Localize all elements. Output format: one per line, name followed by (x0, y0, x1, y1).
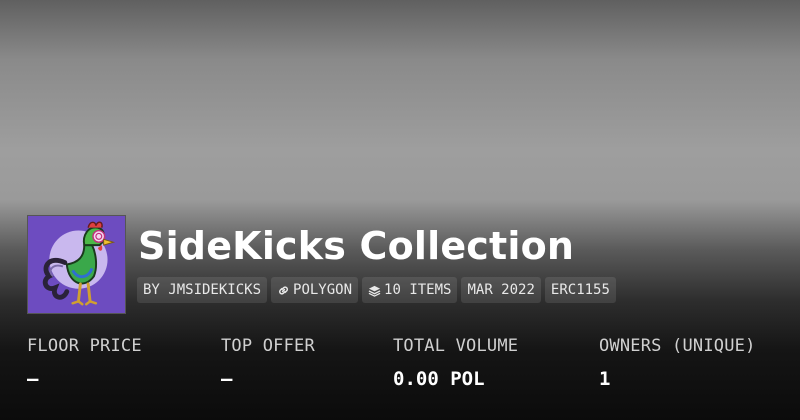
stat-value: — (27, 368, 39, 390)
date-label: MAR 2022 (467, 282, 535, 298)
creator-label: BY JMSIDEKICKS (143, 282, 262, 298)
stat-total-volume: TOTAL VOLUME 0.00 POL (393, 336, 518, 390)
items-label: 10 ITEMS (384, 282, 452, 298)
stat-top-offer: TOP OFFER — (221, 336, 315, 390)
chain-label: POLYGON (293, 282, 353, 298)
collection-badges: BY JMSIDEKICKS POLYGON 10 ITEMS MAR 2022… (137, 277, 616, 303)
date-badge: MAR 2022 (461, 277, 541, 303)
collection-title: SideKicks Collection (138, 224, 575, 268)
stat-label: OWNERS (UNIQUE) (599, 336, 756, 356)
standard-badge: ERC1155 (544, 277, 616, 303)
stat-value: 1 (599, 368, 611, 390)
items-badge[interactable]: 10 ITEMS (362, 277, 458, 303)
chain-badge[interactable]: POLYGON (271, 277, 359, 303)
layers-icon (368, 284, 381, 297)
stat-owners: OWNERS (UNIQUE) 1 (599, 336, 756, 390)
stat-value: 0.00 POL (393, 368, 485, 390)
stat-value: — (221, 368, 233, 390)
stat-floor-price: FLOOR PRICE — (27, 336, 142, 390)
collection-avatar (27, 215, 126, 314)
standard-label: ERC1155 (550, 282, 610, 298)
rooster-sidekick-image (28, 216, 125, 313)
stat-label: FLOOR PRICE (27, 336, 142, 356)
stat-label: TOTAL VOLUME (393, 336, 519, 356)
link-icon (277, 284, 290, 297)
creator-badge[interactable]: BY JMSIDEKICKS (137, 277, 268, 303)
stat-label: TOP OFFER (221, 336, 315, 356)
